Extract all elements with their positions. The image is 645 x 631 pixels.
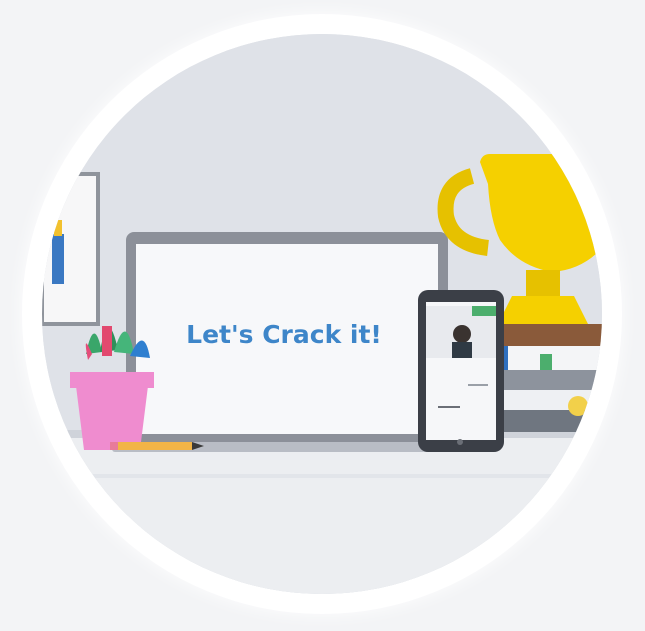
laptop-screen-headline: Let's Crack it! xyxy=(186,320,382,349)
circular-illustration: Let's Crack it! xyxy=(42,34,602,594)
picture-frame-icon xyxy=(42,172,100,326)
tablet-icon xyxy=(418,290,504,452)
desk xyxy=(42,430,602,594)
pencil-icon xyxy=(110,442,204,450)
image-stage: Let's Crack it! xyxy=(0,0,645,631)
desk-scene xyxy=(42,34,602,594)
